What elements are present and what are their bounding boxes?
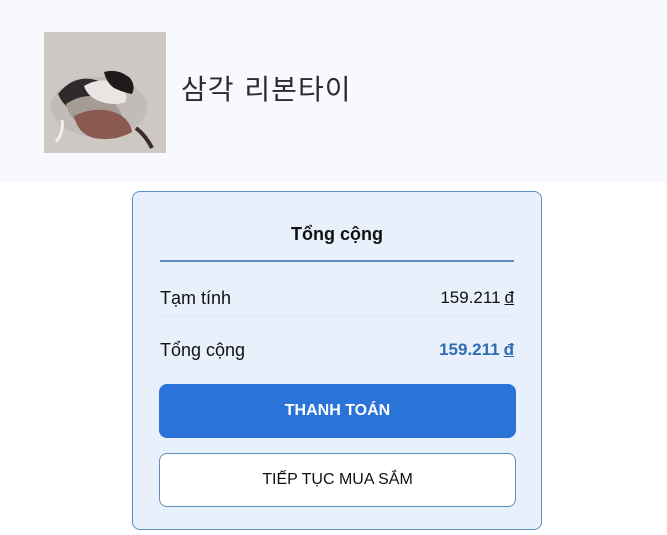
total-value: 159.211 đ	[439, 340, 514, 360]
subtotal-value: 159.211 đ	[440, 288, 514, 308]
order-summary-card: Tổng cộng Tạm tính 159.211 đ Tổng cộng 15…	[132, 191, 542, 530]
subtotal-label: Tạm tính	[160, 287, 232, 308]
checkout-button[interactable]: THANH TOÁN	[159, 384, 516, 438]
continue-shopping-button[interactable]: TIẾP TỤC MUA SẮM	[159, 453, 516, 507]
total-label: Tổng cộng	[160, 339, 246, 360]
total-amount: 159.211	[439, 340, 500, 359]
product-thumbnail[interactable]	[44, 32, 166, 153]
currency-symbol: đ	[503, 340, 514, 359]
title-divider	[160, 260, 514, 262]
summary-title: Tổng cộng	[291, 224, 383, 244]
row-divider	[160, 315, 514, 316]
product-row: 삼각 리본타이	[0, 0, 667, 182]
currency-symbol: đ	[504, 288, 514, 307]
total-row: Tổng cộng 159.211 đ	[160, 335, 514, 365]
product-image	[44, 32, 166, 153]
product-name[interactable]: 삼각 리본타이	[181, 70, 351, 110]
subtotal-row: Tạm tính 159.211 đ	[160, 283, 514, 313]
subtotal-amount: 159.211	[440, 288, 501, 307]
